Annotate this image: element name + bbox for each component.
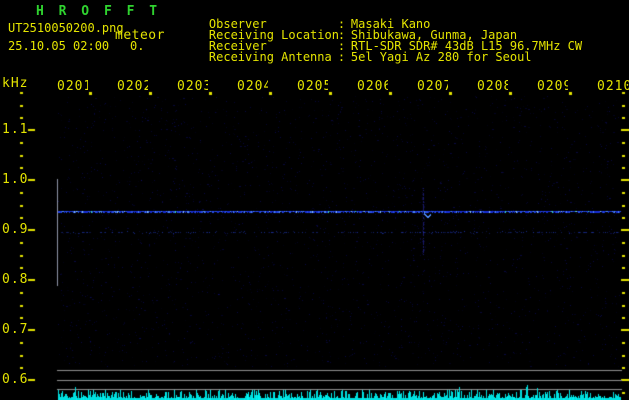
freq-tick-label: 0.7	[2, 322, 29, 337]
info-row-observer: Observer: Masaki Kano	[180, 6, 430, 30]
time-tick-label: 0209	[537, 80, 568, 94]
datetime-label: 25.10.05 02:00	[8, 39, 110, 53]
app-title: H R O F F T	[36, 4, 161, 19]
time-tick-label: 0207	[417, 80, 448, 94]
freq-tick-label: 1.1	[2, 122, 29, 137]
info-label: Receiving Antenna	[208, 50, 332, 64]
hrofft-output-window: H R O F F T UT2510050200.png meteor 25.1…	[0, 0, 629, 400]
info-row-location: Receiving Location: Shibukawa, Gunma, Jap…	[180, 17, 517, 41]
freq-tick-label: 1.0	[2, 172, 29, 187]
freq-tick-label: 0.6	[2, 372, 29, 387]
freq-tick-label: 0.9	[2, 222, 29, 237]
time-tick-label: 0202	[117, 80, 148, 94]
time-tick-label: 0201	[57, 80, 88, 94]
time-tick-label: 0204	[237, 80, 268, 94]
info-colon: :	[337, 50, 346, 64]
time-tick-label: 0208	[477, 80, 508, 94]
time-tick-label: 0205	[297, 80, 328, 94]
info-row-receiver: Receiver: RTL-SDR SDR# 43dB L15 96.7MHz C…	[180, 28, 582, 52]
event-count: 0.	[130, 39, 145, 53]
info-row-antenna: Receiving Antenna:5el Yagi Az 280 for Se…	[180, 39, 532, 63]
time-tick-label: 0206	[357, 80, 388, 94]
time-tick-label: 0210	[597, 80, 629, 94]
output-filename: UT2510050200.png	[8, 21, 124, 35]
time-tick-label: 0203	[177, 80, 208, 94]
freq-axis-unit: kHz	[2, 76, 29, 91]
info-value: 5el Yagi Az 280 for Seoul	[350, 50, 532, 64]
freq-tick-label: 0.8	[2, 272, 29, 287]
